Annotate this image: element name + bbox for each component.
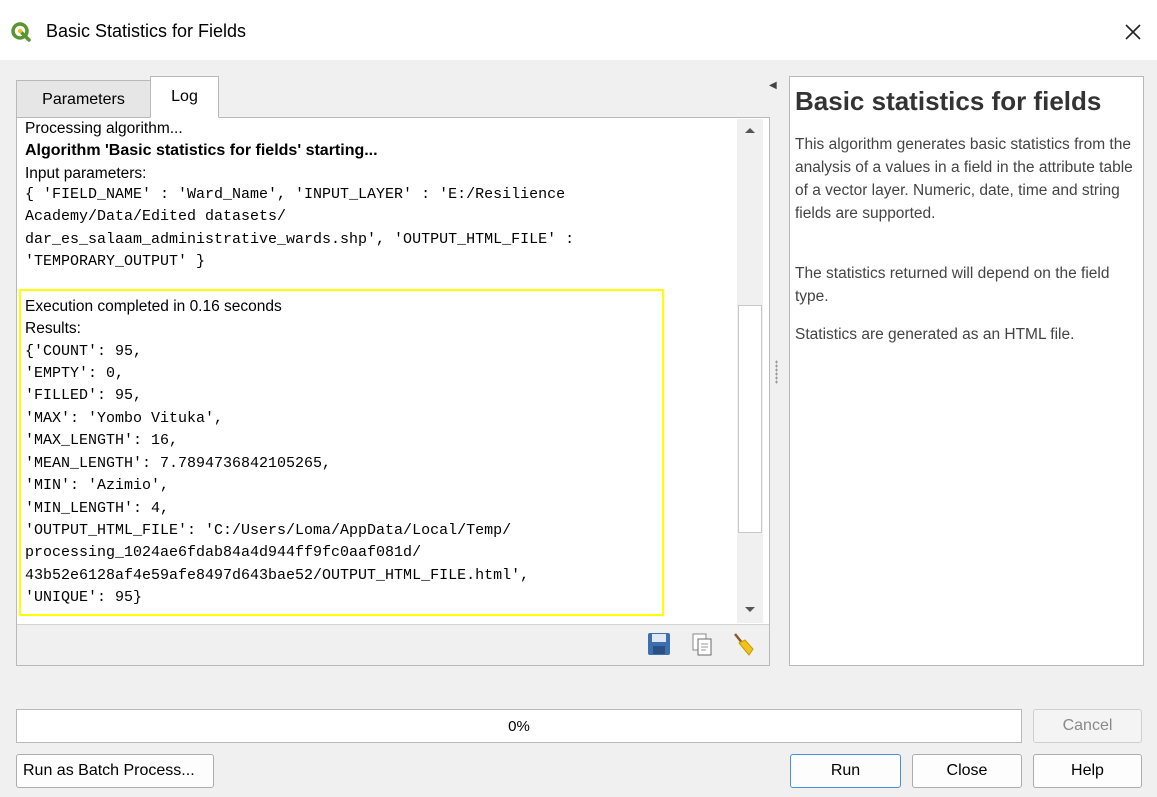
tab-log[interactable]: Log xyxy=(150,76,219,118)
log-result-line: 'EMPTY': 0, xyxy=(25,365,125,382)
log-result-line: processing_1024ae6fdab84a4d944ff9fc0aaf0… xyxy=(25,544,422,561)
close-button[interactable]: Close xyxy=(912,754,1022,788)
clear-log-icon[interactable] xyxy=(729,631,755,657)
qgis-logo-icon xyxy=(11,22,31,42)
splitter-handle[interactable] xyxy=(775,360,778,384)
progress-bar: 0% xyxy=(16,709,1022,743)
log-scrollbar[interactable] xyxy=(737,119,763,623)
scrollbar-thumb[interactable] xyxy=(738,305,762,533)
cancel-button[interactable]: Cancel xyxy=(1033,709,1142,743)
log-result-line: 'MEAN_LENGTH': 7.7894736842105265, xyxy=(25,455,332,472)
window-title: Basic Statistics for Fields xyxy=(46,21,247,41)
log-result-line: 43b52e6128af4e59afe8497d643bae52/OUTPUT_… xyxy=(25,567,530,584)
log-input-label: Input parameters: xyxy=(25,165,147,182)
log-text-area[interactable]: Processing algorithm... Algorithm 'Basic… xyxy=(19,119,735,623)
help-button[interactable]: Help xyxy=(1033,754,1142,788)
log-execution: Execution completed in 0.16 seconds xyxy=(25,298,282,315)
help-title: Basic statistics for fields xyxy=(795,86,1102,116)
log-result-line: 'UNIQUE': 95} xyxy=(25,589,143,606)
log-result-line: 'MAX_LENGTH': 16, xyxy=(25,432,179,449)
scrollbar-track[interactable] xyxy=(738,141,762,305)
log-result-line: 'MIN_LENGTH': 4, xyxy=(25,500,170,517)
log-input-line: dar_es_salaam_administrative_wards.shp',… xyxy=(25,231,575,248)
log-result-line: 'OUTPUT_HTML_FILE': 'C:/Users/Loma/AppDa… xyxy=(25,522,512,539)
help-paragraph: The statistics returned will depend on t… xyxy=(795,265,1110,305)
log-result-line: 'FILLED': 95, xyxy=(25,387,143,404)
run-as-batch-button[interactable]: Run as Batch Process... xyxy=(16,754,214,788)
log-result-line: {'COUNT': 95, xyxy=(25,343,143,360)
help-paragraph: This algorithm generates basic statistic… xyxy=(795,136,1133,222)
log-result-line: 'MAX': 'Yombo Vituka', xyxy=(25,410,224,427)
log-input-line: { 'FIELD_NAME' : 'Ward_Name', 'INPUT_LAY… xyxy=(25,186,566,203)
log-input-line: Academy/Data/Edited datasets/ xyxy=(25,208,287,225)
log-results-label: Results: xyxy=(25,320,81,337)
tab-parameters[interactable]: Parameters xyxy=(16,80,151,118)
close-icon[interactable] xyxy=(1120,19,1146,45)
collapse-help-arrow-icon[interactable]: ◀ xyxy=(769,80,777,91)
scroll-up-arrow-icon[interactable] xyxy=(737,119,763,141)
progress-label: 0% xyxy=(508,717,530,735)
log-starting: Algorithm 'Basic statistics for fields' … xyxy=(25,142,378,159)
log-result-line: 'MIN': 'Azimio', xyxy=(25,477,170,494)
scroll-down-arrow-icon[interactable] xyxy=(737,599,763,621)
copy-log-icon[interactable] xyxy=(689,631,715,657)
save-log-icon[interactable] xyxy=(646,631,672,657)
run-button[interactable]: Run xyxy=(790,754,901,788)
log-processing: Processing algorithm... xyxy=(25,120,183,137)
help-paragraph: Statistics are generated as an HTML file… xyxy=(795,326,1075,343)
log-input-line: 'TEMPORARY_OUTPUT' } xyxy=(25,253,206,270)
